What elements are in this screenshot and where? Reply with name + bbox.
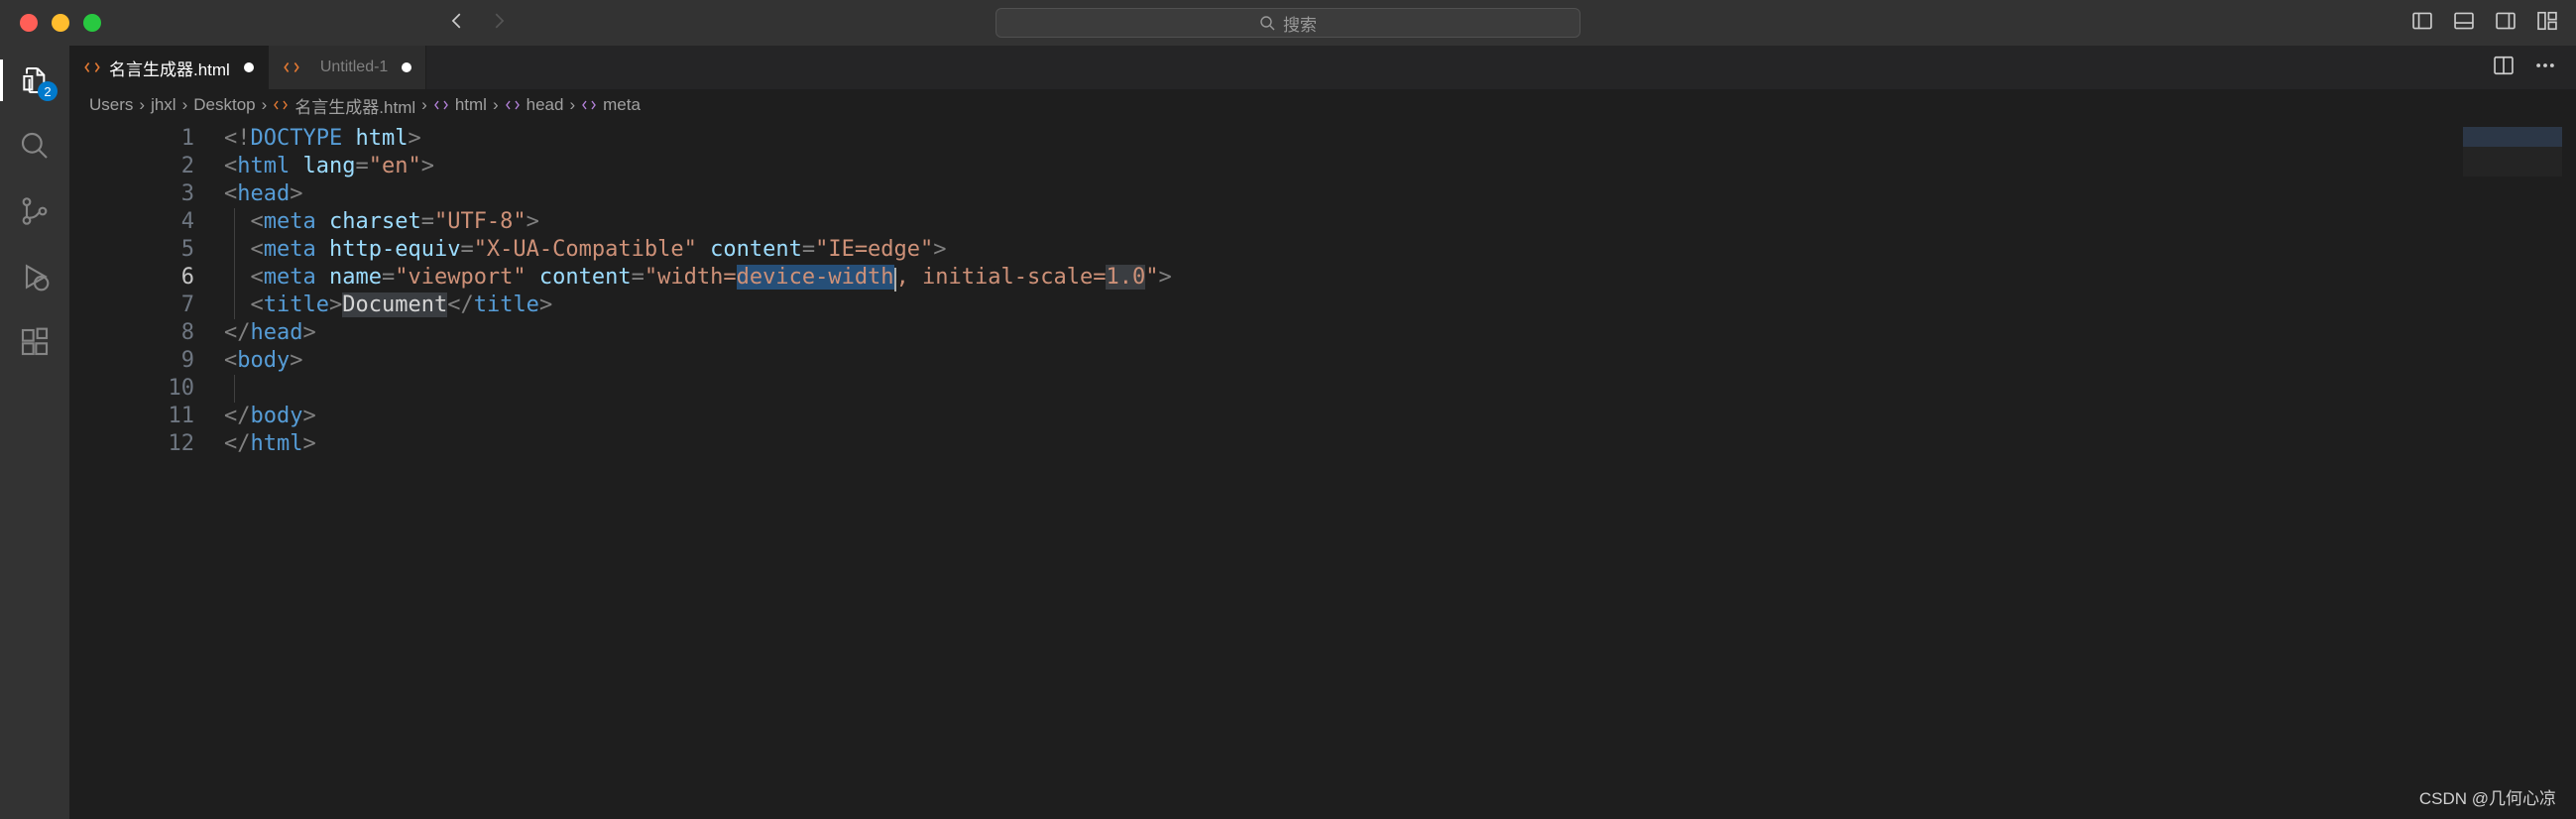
code-line[interactable]: <body> <box>224 347 2576 375</box>
chevron-right-icon: › <box>139 95 145 115</box>
code-line[interactable]: <title>Document</title> <box>224 292 2576 319</box>
breadcrumb-item[interactable]: Users <box>89 95 133 115</box>
titlebar: 搜索 <box>0 0 2576 46</box>
search-icon <box>1259 15 1275 31</box>
search-placeholder: 搜索 <box>1283 11 1317 36</box>
source-control-icon[interactable] <box>18 194 52 228</box>
tab-bar: 名言生成器.html Untitled-1 <box>69 46 2576 89</box>
extensions-icon[interactable] <box>18 325 52 359</box>
breadcrumb-item[interactable]: meta <box>603 95 641 115</box>
close-window[interactable] <box>20 14 38 32</box>
chevron-right-icon: › <box>569 95 575 115</box>
symbol-icon <box>581 97 597 113</box>
code-line[interactable]: <!DOCTYPE html> <box>224 125 2576 153</box>
breadcrumb-item[interactable]: Desktop <box>193 95 255 115</box>
code-line[interactable]: <html lang="en"> <box>224 153 2576 180</box>
explorer-icon[interactable]: 2 <box>18 63 52 97</box>
minimap[interactable] <box>2463 127 2562 176</box>
tab-actions <box>2493 46 2576 89</box>
chevron-right-icon: › <box>182 95 188 115</box>
split-editor-icon[interactable] <box>2493 55 2515 81</box>
dirty-indicator-icon <box>402 62 411 72</box>
tab-label: 名言生成器.html <box>109 56 230 80</box>
nav-arrows <box>446 10 510 37</box>
code-line[interactable]: <meta http-equiv="X-UA-Compatible" conte… <box>224 236 2576 264</box>
breadcrumb-item[interactable]: html <box>455 95 487 115</box>
minimize-window[interactable] <box>52 14 69 32</box>
nav-forward-icon <box>488 10 510 37</box>
code-line[interactable]: </head> <box>224 319 2576 347</box>
dirty-indicator-icon <box>244 62 254 72</box>
explorer-badge: 2 <box>38 81 58 101</box>
code-content[interactable]: <!DOCTYPE html><html lang="en"><head> <m… <box>224 121 2576 819</box>
breadcrumb[interactable]: Users›jhxl›Desktop›名言生成器.html›html›head›… <box>69 89 2576 121</box>
code-line[interactable]: </html> <box>224 430 2576 458</box>
html-file-icon <box>83 58 101 76</box>
more-actions-icon[interactable] <box>2534 55 2556 81</box>
titlebar-right <box>2411 10 2558 37</box>
activity-bar: 2 <box>0 46 69 819</box>
code-line[interactable]: </body> <box>224 403 2576 430</box>
tab-sublabel: Untitled-1 <box>320 58 388 76</box>
run-debug-icon[interactable] <box>18 260 52 293</box>
main-area: 2 名言生成器.html Untitled-1 <box>0 46 2576 819</box>
chevron-right-icon: › <box>421 95 427 115</box>
maximize-window[interactable] <box>83 14 101 32</box>
chevron-right-icon: › <box>262 95 268 115</box>
html-file-icon <box>283 58 300 76</box>
chevron-right-icon: › <box>493 95 499 115</box>
tab-0[interactable]: 名言生成器.html <box>69 46 269 89</box>
html-file-icon <box>273 97 289 113</box>
breadcrumb-item[interactable]: jhxl <box>151 95 176 115</box>
symbol-icon <box>433 97 449 113</box>
breadcrumb-item[interactable]: 名言生成器.html <box>294 93 415 118</box>
editor-area: 名言生成器.htmlUntitled-1 Users›jhxl›Desktop›… <box>69 46 2576 819</box>
toggle-secondary-sidebar-icon[interactable] <box>2495 10 2517 37</box>
line-gutter: 123456789101112 <box>69 121 224 819</box>
toggle-primary-sidebar-icon[interactable] <box>2411 10 2433 37</box>
watermark: CSDN @几何心凉 <box>2419 784 2556 809</box>
command-center[interactable]: 搜索 <box>995 8 1581 38</box>
search-activity-icon[interactable] <box>18 129 52 163</box>
code-line[interactable]: <head> <box>224 180 2576 208</box>
symbol-icon <box>505 97 521 113</box>
toggle-panel-icon[interactable] <box>2453 10 2475 37</box>
window-controls <box>0 14 101 32</box>
tab-1[interactable]: Untitled-1 <box>269 46 426 89</box>
nav-back-icon[interactable] <box>446 10 468 37</box>
code-line[interactable] <box>224 375 2576 403</box>
editor[interactable]: 123456789101112 <!DOCTYPE html><html lan… <box>69 121 2576 819</box>
code-line[interactable]: <meta name="viewport" content="width=dev… <box>224 264 2576 292</box>
code-line[interactable]: <meta charset="UTF-8"> <box>224 208 2576 236</box>
breadcrumb-item[interactable]: head <box>527 95 564 115</box>
customize-layout-icon[interactable] <box>2536 10 2558 37</box>
vscode-window: 搜索 2 <box>0 0 2576 819</box>
